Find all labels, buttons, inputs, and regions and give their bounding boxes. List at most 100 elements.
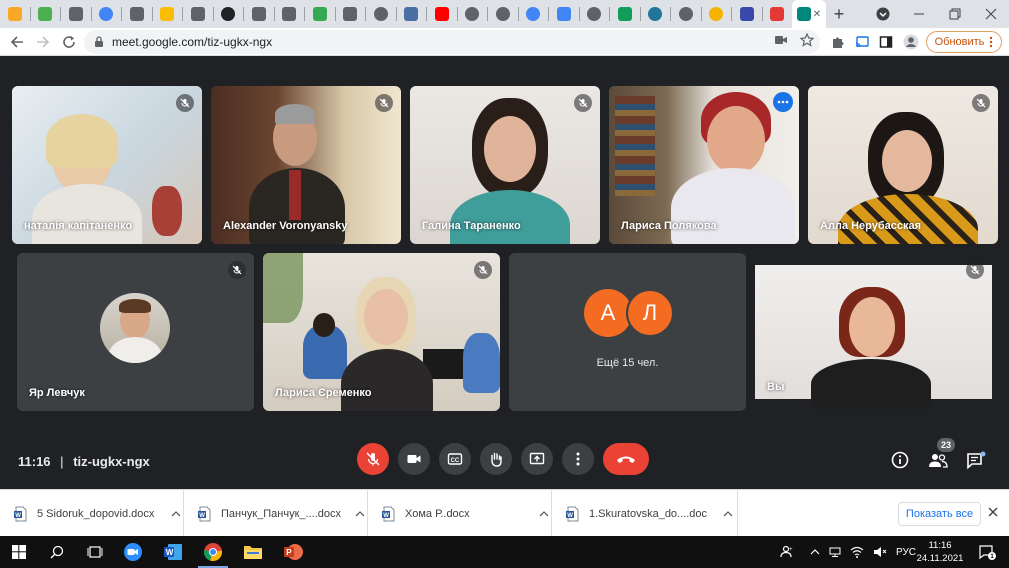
people-icon[interactable]: +: [780, 545, 794, 559]
back-button[interactable]: [4, 29, 30, 55]
chevron-up-icon[interactable]: [723, 510, 733, 517]
minimize-button[interactable]: [900, 0, 938, 28]
chat-button[interactable]: [964, 448, 988, 472]
new-tab-button[interactable]: +: [826, 0, 852, 28]
volume-icon[interactable]: [873, 546, 887, 558]
mic-off-indicator: [966, 261, 984, 279]
browser-tab[interactable]: [61, 0, 91, 28]
browser-tab[interactable]: [427, 0, 457, 28]
chrome-app[interactable]: [194, 536, 232, 568]
google-icon: [526, 7, 541, 21]
browser-tab[interactable]: [580, 0, 610, 28]
microphone-toggle-button[interactable]: [357, 443, 389, 475]
meeting-details-button[interactable]: [888, 448, 912, 472]
participant-name: Галина Тараненко: [422, 220, 521, 232]
browser-tab[interactable]: [671, 0, 701, 28]
browser-tab[interactable]: [610, 0, 640, 28]
browser-tab[interactable]: [488, 0, 518, 28]
cast-icon: [855, 36, 869, 48]
more-vertical-icon: [576, 452, 580, 466]
download-item[interactable]: W 5 Sidoruk_dopovid.docx: [0, 490, 184, 537]
participant-tile-active-speaker[interactable]: Лариса Полякова: [609, 86, 799, 244]
browser-tab[interactable]: [92, 0, 122, 28]
participant-name: Вы: [767, 381, 785, 393]
participant-tile[interactable]: Галина Тараненко: [410, 86, 600, 244]
browser-tab[interactable]: [0, 0, 30, 28]
profile-button[interactable]: [899, 28, 923, 56]
browser-tab[interactable]: [458, 0, 488, 28]
close-window-button[interactable]: [972, 0, 1009, 28]
raise-hand-button[interactable]: [480, 443, 512, 475]
forward-button[interactable]: [30, 29, 56, 55]
extensions-button[interactable]: [826, 28, 850, 56]
tab-search-button[interactable]: [864, 0, 902, 28]
side-panel-button[interactable]: [874, 28, 898, 56]
leave-call-button[interactable]: [603, 443, 649, 475]
browser-tab[interactable]: [214, 0, 244, 28]
browser-tab[interactable]: ✕: [792, 0, 826, 28]
browser-tab[interactable]: [519, 0, 549, 28]
chevron-up-icon[interactable]: [355, 510, 365, 517]
hand-icon: [491, 452, 502, 467]
browser-tab[interactable]: [549, 0, 579, 28]
file-explorer-app[interactable]: [234, 536, 272, 568]
input-language[interactable]: РУС: [896, 547, 916, 558]
download-item[interactable]: W Панчук_Панчук_....docx: [184, 490, 368, 537]
more-options-button[interactable]: [773, 92, 793, 112]
camera-icon[interactable]: [774, 33, 788, 47]
browser-tab[interactable]: [305, 0, 335, 28]
browser-tab[interactable]: [275, 0, 305, 28]
task-view-button[interactable]: [76, 536, 114, 568]
browser-tab[interactable]: [183, 0, 213, 28]
chevron-up-icon[interactable]: [539, 510, 549, 517]
participant-tile[interactable]: Alexander Voronyansky: [211, 86, 401, 244]
camera-toggle-button[interactable]: [398, 443, 430, 475]
browser-tab[interactable]: [336, 0, 366, 28]
browser-tab[interactable]: [763, 0, 793, 28]
browser-tab[interactable]: [153, 0, 183, 28]
close-downloads-button[interactable]: [988, 504, 998, 520]
browser-tab[interactable]: [702, 0, 732, 28]
browser-tab[interactable]: [397, 0, 427, 28]
captions-button[interactable]: CC: [439, 443, 471, 475]
word-app[interactable]: W: [154, 536, 192, 568]
network-icon[interactable]: [829, 547, 841, 557]
search-button[interactable]: [38, 536, 76, 568]
browser-tab[interactable]: [31, 0, 61, 28]
cast-button[interactable]: [850, 28, 874, 56]
shop-icon: [770, 7, 785, 21]
browser-tab[interactable]: [122, 0, 152, 28]
powerpoint-app[interactable]: P: [274, 536, 312, 568]
browser-tab[interactable]: [732, 0, 762, 28]
show-all-downloads-button[interactable]: Показать все: [898, 502, 981, 526]
participant-tile[interactable]: наталія капітаненко: [12, 86, 202, 244]
more-options-button[interactable]: [562, 443, 594, 475]
chevron-up-icon[interactable]: [171, 510, 181, 517]
reload-button[interactable]: [56, 29, 82, 55]
meet-stage: наталія капітаненко Alexander Voronyansk…: [0, 57, 1009, 489]
restore-button[interactable]: [936, 0, 974, 28]
participant-tile[interactable]: Лариса Єременко: [263, 253, 500, 411]
taskbar-clock[interactable]: 11:16 24.11.2021: [915, 539, 965, 565]
present-screen-button[interactable]: [521, 443, 553, 475]
url-text: meet.google.com/tiz-ugkx-ngx: [112, 35, 273, 49]
chevron-up-icon[interactable]: [810, 548, 820, 556]
notifications-button[interactable]: 1: [968, 536, 1006, 568]
reload-icon: [63, 35, 75, 48]
participant-tile[interactable]: Яр Левчук: [17, 253, 254, 411]
wifi-icon[interactable]: [850, 546, 864, 558]
close-tab-icon[interactable]: ✕: [813, 9, 821, 20]
browser-tab[interactable]: [244, 0, 274, 28]
browser-tab[interactable]: [641, 0, 671, 28]
self-tile[interactable]: Вы: [755, 253, 992, 411]
more-participants-tile[interactable]: А Л Ещё 15 чел.: [509, 253, 746, 411]
start-button[interactable]: [0, 536, 38, 568]
star-icon[interactable]: [800, 33, 814, 47]
browser-tab[interactable]: [366, 0, 396, 28]
participant-tile[interactable]: Алла Нерубасская: [808, 86, 998, 244]
address-bar[interactable]: meet.google.com/tiz-ugkx-ngx: [84, 30, 820, 54]
download-item[interactable]: W 1.Skuratovska_do....doc: [552, 490, 738, 537]
update-button[interactable]: Обновить: [926, 31, 1002, 53]
zoom-app[interactable]: [114, 536, 152, 568]
download-item[interactable]: W Хома Р..docx: [368, 490, 552, 537]
